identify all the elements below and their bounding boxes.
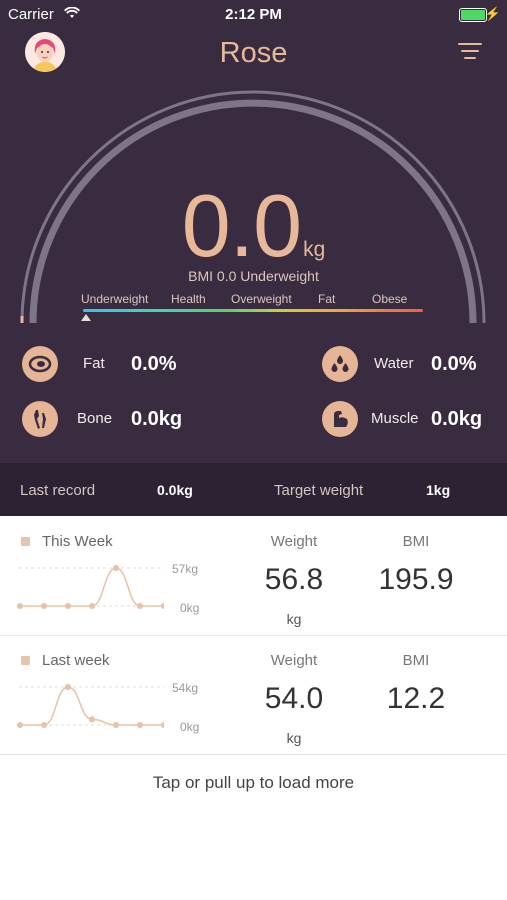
weight-value: 0.0 [181, 176, 302, 275]
water-value: 0.0% [431, 353, 477, 375]
this-week-bottom-label: 0kg [180, 601, 200, 615]
weight-gauge [20, 90, 486, 324]
last-week-chart-point [17, 722, 23, 728]
this-week-label: This Week [42, 533, 113, 550]
last-week-weight-header: Weight [270, 652, 318, 669]
scale-label-overweight: Overweight [231, 292, 292, 306]
this-week-weight-header: Weight [270, 533, 318, 550]
this-week-chart [17, 565, 164, 609]
last-week-chart-point [89, 716, 95, 723]
water-label: Water [374, 355, 414, 372]
this-week-marker [21, 537, 30, 546]
last-week-chart-point [113, 722, 119, 728]
summary-bar: Last record 0.0kg Target weight 1kg [0, 463, 507, 516]
this-week-chart-point [161, 603, 164, 609]
muscle-value: 0.0kg [431, 408, 483, 430]
fat-label: Fat [83, 355, 105, 372]
weight-unit: kg [303, 238, 326, 261]
last-record-label: Last record [20, 482, 96, 499]
last-week-bmi-value: 12.2 [386, 682, 446, 715]
divider [0, 754, 507, 755]
scale-label-obese: Obese [372, 292, 408, 306]
bone-label: Bone [77, 410, 113, 427]
dashboard-panel: Carrier 2:12 PM ⚡ Rose 0.0kg BMI 0.0 Und… [0, 0, 507, 463]
last-week-chart-point [41, 722, 47, 728]
last-week-card[interactable]: Last week 54kg 0kg Weight 54.0 kg BMI 12… [0, 636, 507, 754]
last-week-bottom-label: 0kg [180, 720, 200, 734]
bone-value: 0.0kg [131, 408, 183, 430]
load-more-button[interactable]: Tap or pull up to load more [0, 773, 507, 793]
this-week-chart-line [20, 567, 164, 607]
this-week-chart-point [137, 603, 143, 609]
this-week-chart-point [41, 603, 47, 609]
last-week-chart-point [65, 684, 71, 690]
last-week-weight-unit: kg [286, 730, 302, 746]
last-week-bmi-header: BMI [402, 652, 430, 669]
muscle-icon [322, 401, 358, 437]
target-weight-label: Target weight [274, 482, 364, 499]
this-week-bmi-header: BMI [402, 533, 430, 550]
last-week-chart-point [161, 722, 164, 728]
this-week-chart-point [65, 603, 71, 609]
this-week-weight-unit: kg [286, 611, 302, 627]
last-week-marker [21, 656, 30, 665]
last-week-top-label: 54kg [172, 681, 199, 695]
this-week-weight-value: 56.8 [264, 563, 324, 596]
bmi-pointer-icon [81, 314, 91, 321]
this-week-card[interactable]: This Week 57kg 0kg Weight 56.8 kg BMI 19… [0, 517, 507, 635]
scale-label-health: Health [171, 292, 206, 306]
bmi-status: BMI 0.0 Underweight [188, 268, 319, 284]
this-week-chart-point [17, 603, 23, 609]
fat-value: 0.0% [131, 353, 177, 375]
last-record-value: 0.0kg [157, 482, 193, 498]
this-week-chart-point [113, 565, 119, 571]
last-week-label: Last week [42, 652, 110, 669]
water-icon [322, 346, 358, 382]
this-week-top-label: 57kg [172, 562, 199, 576]
last-week-weight-value: 54.0 [264, 682, 324, 715]
last-week-chart-point [137, 722, 143, 728]
fat-icon [22, 346, 58, 382]
target-weight-value: 1kg [426, 482, 451, 498]
muscle-label: Muscle [371, 410, 419, 427]
bone-icon [22, 401, 58, 437]
last-week-chart [17, 684, 164, 728]
this-week-bmi-value: 195.9 [378, 563, 454, 596]
this-week-chart-point [89, 603, 95, 609]
scale-label-underweight: Underweight [81, 292, 149, 306]
bmi-scale-bar [83, 309, 423, 312]
weight-readout: 0.0kg [0, 175, 507, 277]
scale-label-fat: Fat [318, 292, 336, 306]
